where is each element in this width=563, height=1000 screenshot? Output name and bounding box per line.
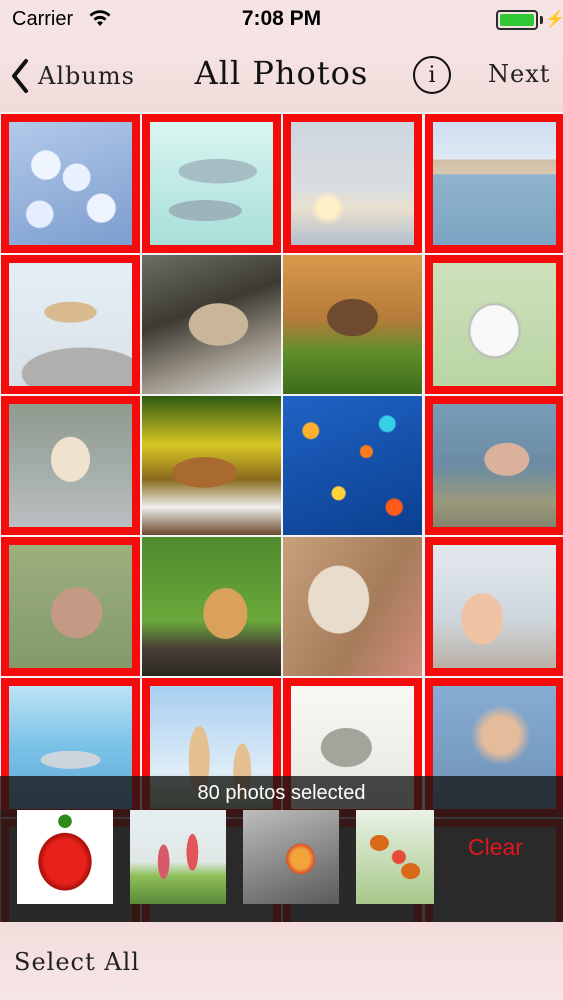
photo-cell[interactable] xyxy=(283,396,422,535)
photo-thumbnail xyxy=(283,537,422,676)
photo-thumbnail xyxy=(142,537,281,676)
selection-count: 80 photos selected xyxy=(0,776,563,810)
clock: 7:08 PM xyxy=(241,7,322,30)
battery-icon xyxy=(496,10,538,30)
selected-thumbnail[interactable] xyxy=(130,810,226,904)
info-icon: i xyxy=(428,62,436,88)
selected-thumbnail[interactable] xyxy=(17,810,113,904)
bottom-toolbar: Select All xyxy=(0,922,563,1000)
photo-cell[interactable] xyxy=(1,114,140,253)
photo-cell[interactable] xyxy=(283,114,422,253)
select-all-button[interactable]: Select All xyxy=(14,948,140,976)
info-button[interactable]: i xyxy=(413,56,451,94)
status-bar: Carrier 7:08 PM ⚡ xyxy=(0,0,563,40)
photo-cell[interactable] xyxy=(142,114,281,253)
photo-cell[interactable] xyxy=(1,396,140,535)
photo-cell[interactable] xyxy=(425,396,563,535)
selected-thumbnail[interactable] xyxy=(356,810,434,904)
photo-cell[interactable] xyxy=(283,255,422,394)
photo-cell[interactable] xyxy=(142,537,281,676)
navigation-bar: Albums All Photos i Next xyxy=(0,40,563,112)
photo-thumbnail xyxy=(283,396,422,535)
photo-cell[interactable] xyxy=(425,255,563,394)
photo-cell[interactable] xyxy=(142,396,281,535)
selected-thumbnail[interactable] xyxy=(243,810,339,904)
photo-cell[interactable] xyxy=(142,255,281,394)
photo-cell[interactable] xyxy=(1,537,140,676)
photo-cell[interactable] xyxy=(283,537,422,676)
clear-button[interactable]: Clear xyxy=(468,834,523,861)
photo-thumbnail xyxy=(283,255,422,394)
selected-thumbnails-tray: Clear xyxy=(0,810,563,922)
photo-cell[interactable] xyxy=(1,255,140,394)
page-title: All Photos xyxy=(194,54,369,92)
photo-cell[interactable] xyxy=(425,114,563,253)
photo-thumbnail xyxy=(142,396,281,535)
next-button[interactable]: Next xyxy=(488,60,550,88)
charging-bolt-icon: ⚡ xyxy=(545,11,563,28)
photo-thumbnail xyxy=(142,255,281,394)
photo-cell[interactable] xyxy=(425,537,563,676)
